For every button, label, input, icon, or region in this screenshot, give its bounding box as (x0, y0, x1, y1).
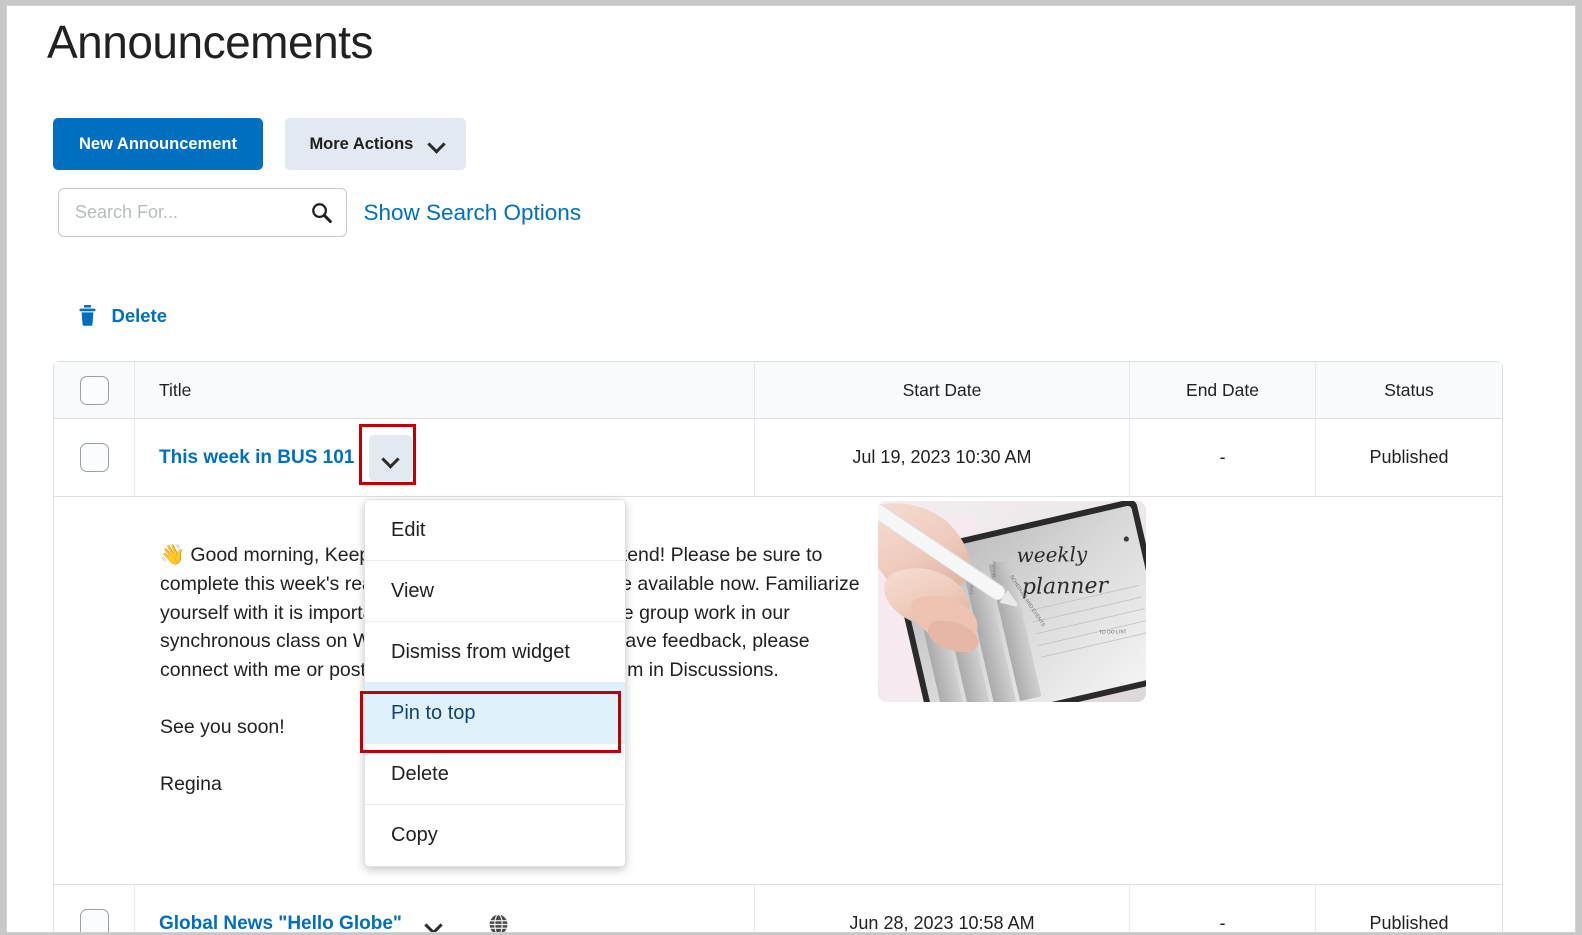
row-checkbox[interactable] (79, 443, 109, 472)
row-select-cell (54, 885, 135, 932)
svg-text:TO DO LIST: TO DO LIST (1099, 629, 1127, 635)
column-header-title[interactable]: Title (135, 362, 755, 419)
select-all-checkbox[interactable] (79, 375, 109, 405)
waving-hand-icon: 👋 (160, 544, 185, 566)
menu-item-pin-to-top[interactable]: Pin to top (365, 683, 625, 744)
more-actions-button[interactable]: More Actions (285, 116, 467, 170)
announcement-title-link[interactable]: This week in BUS 101 (159, 447, 354, 468)
search-box[interactable] (58, 188, 347, 237)
more-actions-label: More Actions (309, 135, 414, 153)
row-status: Published (1316, 419, 1502, 497)
row-checkbox[interactable] (79, 909, 109, 932)
announcement-body-cell: 👋 Good morning, Keep hope you all had a … (54, 497, 1502, 885)
table-row: This week in BUS 101 Jul 19, 2023 10:30 … (54, 419, 1502, 497)
row-start-date: Jun 28, 2023 10:58 AM (755, 885, 1130, 932)
chevron-down-icon (426, 919, 441, 928)
svg-text:weekly: weekly (1016, 542, 1088, 567)
svg-text:planner: planner (1022, 573, 1110, 600)
announcement-title-link[interactable]: Global News "Hello Globe" (159, 913, 402, 933)
announcement-image: weekly planner SCHEDULE AND EVENTS TO DO… (878, 501, 1146, 702)
menu-item-view[interactable]: View (365, 561, 625, 622)
globe-icon (486, 912, 511, 932)
search-input[interactable] (73, 189, 303, 236)
show-search-options-link[interactable]: Show Search Options (363, 188, 581, 237)
bulk-delete-label: Delete (111, 305, 167, 326)
table-header-row: Title Start Date End Date Status (54, 362, 1502, 419)
bulk-delete-button[interactable]: Delete (79, 304, 167, 326)
row-title-cell: This week in BUS 101 (135, 419, 755, 497)
new-announcement-button[interactable]: New Announcement (53, 118, 263, 170)
menu-item-delete[interactable]: Delete (365, 744, 625, 805)
row-end-date: - (1130, 885, 1316, 932)
select-all-header (54, 362, 135, 419)
table-row: Global News "Hello Globe" Jun 28, 2023 1… (54, 885, 1502, 933)
announcement-body: 👋 Good morning, Keep hope you all had a … (54, 497, 1502, 799)
svg-text:Monday: Monday (991, 560, 996, 577)
row-context-menu-toggle[interactable] (417, 909, 451, 933)
column-header-start-date[interactable]: Start Date (755, 362, 1130, 419)
row-context-menu: Edit View Dismiss from widget Pin to top… (364, 499, 626, 867)
chevron-down-icon (429, 116, 444, 168)
search-row: Show Search Options (58, 188, 581, 237)
page-title: Announcements (47, 16, 373, 68)
row-title-cell: Global News "Hello Globe" (135, 885, 755, 933)
row-status: Published (1316, 885, 1502, 932)
chevron-down-icon (383, 453, 398, 462)
row-context-menu-toggle[interactable] (369, 434, 413, 481)
row-select-cell (54, 419, 135, 497)
row-start-date: Jul 19, 2023 10:30 AM (755, 419, 1130, 497)
row-end-date: - (1130, 419, 1316, 497)
announcements-table: Title Start Date End Date Status This we… (53, 361, 1503, 933)
column-header-status[interactable]: Status (1316, 362, 1502, 419)
menu-item-copy[interactable]: Copy (365, 805, 625, 866)
toolbar: New Announcement More Actions (53, 116, 467, 170)
menu-item-edit[interactable]: Edit (365, 500, 625, 561)
announcements-page: Announcements New Announcement More Acti… (6, 5, 1576, 933)
search-icon[interactable] (310, 201, 333, 224)
column-header-end-date[interactable]: End Date (1130, 362, 1316, 419)
announcement-expanded-row: 👋 Good morning, Keep hope you all had a … (54, 497, 1502, 885)
trash-icon (79, 304, 96, 326)
menu-item-dismiss-from-widget[interactable]: Dismiss from widget (365, 622, 625, 683)
